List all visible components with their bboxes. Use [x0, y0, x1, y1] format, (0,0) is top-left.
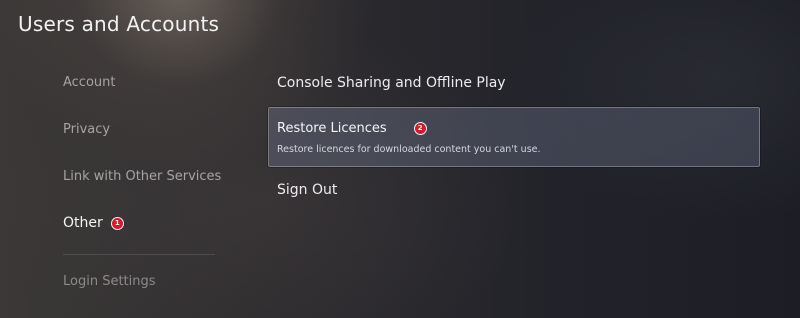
sidebar-item-privacy[interactable]: Privacy [63, 121, 110, 139]
menu-item-restore-licences[interactable]: Restore Licences 2 Restore licences for … [268, 107, 760, 167]
sidebar-item-label: Privacy [63, 122, 111, 137]
menu-item-description: Restore licences for downloaded content … [277, 144, 541, 155]
sidebar-item-label: Other [63, 215, 103, 231]
sidebar-item-label: Link with Other Services [63, 169, 222, 184]
notification-badge: 2 [413, 122, 427, 135]
menu-item-console-sharing[interactable]: Console Sharing and Offline Play [277, 75, 506, 91]
sidebar-item-link-with-other-services[interactable]: Link with Other Services [63, 168, 221, 186]
menu-item-label: Restore Licences [277, 121, 387, 136]
notification-badge: 1 [110, 216, 124, 230]
sidebar-item-login-settings[interactable]: Login Settings [63, 273, 156, 291]
menu-item-label: Console Sharing and Offline Play [277, 75, 506, 91]
page-title: Users and Accounts [18, 12, 220, 36]
sidebar-item-account[interactable]: Account [63, 74, 116, 92]
menu-item-title: Restore Licences 2 [277, 121, 427, 136]
sidebar-item-other[interactable]: Other 1 [63, 214, 124, 232]
menu-item-label: Sign Out [277, 182, 338, 198]
users-and-accounts-screen: Users and Accounts Account Privacy Link … [0, 0, 800, 318]
sidebar-item-label: Login Settings [63, 274, 156, 289]
sidebar-item-label: Account [63, 75, 116, 90]
sidebar-divider [63, 254, 215, 255]
menu-item-sign-out[interactable]: Sign Out [277, 182, 337, 198]
